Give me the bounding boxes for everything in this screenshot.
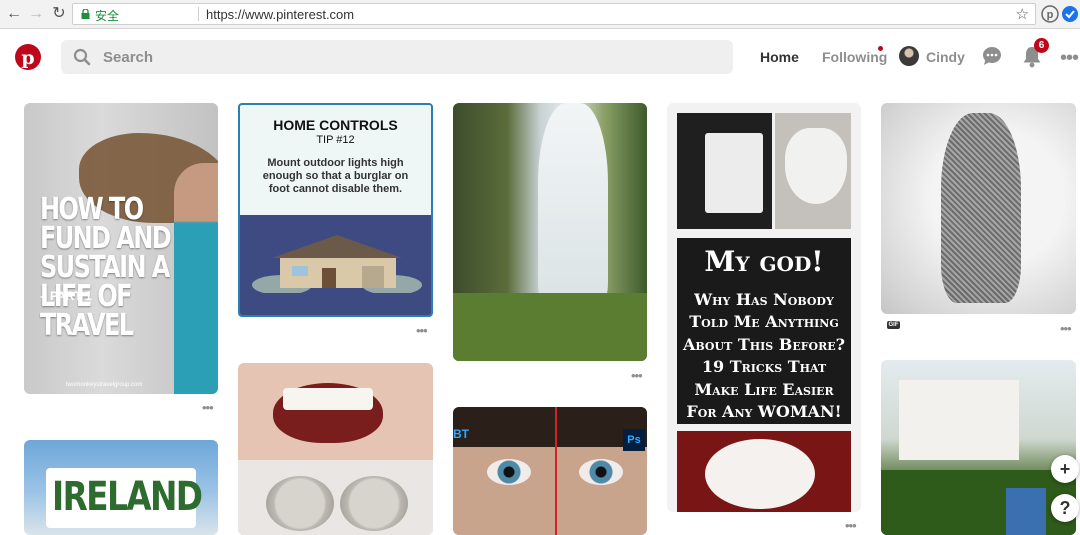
secure-label: 安全 <box>95 9 120 23</box>
browser-toolbar: ← → ↻ 安全 https://www.pinterest.com ☆ p <box>0 0 1080 29</box>
pin-more-icon[interactable]: ••• <box>202 400 214 415</box>
teeth-graphic <box>283 388 373 410</box>
search-icon <box>73 48 91 66</box>
blue-roof-graphic <box>1006 488 1046 535</box>
reload-icon[interactable]: ↻ <box>49 4 69 24</box>
nav-home[interactable]: Home <box>760 49 799 65</box>
pin-eyes-photoshop[interactable]: BT Ps <box>453 407 647 535</box>
pin-ireland-word: IRELAND <box>52 474 203 520</box>
pin-waterfall[interactable] <box>453 103 647 361</box>
address-bar[interactable]: 安全 https://www.pinterest.com ☆ <box>72 3 1036 25</box>
url-text[interactable]: https://www.pinterest.com <box>206 7 354 22</box>
powder-dish-graphic <box>340 476 408 531</box>
pin-tricks-body: Why Has Nobody Told Me Anything About Th… <box>682 290 845 422</box>
site-header: p Home Following Cindy 6 ••• <box>0 29 1080 85</box>
pinterest-logo-icon[interactable]: p <box>15 44 41 70</box>
messages-icon[interactable] <box>982 46 1002 66</box>
mansion-graphic <box>899 380 1019 460</box>
pinterest-extension-icon[interactable]: p <box>1041 5 1059 23</box>
pin-more-icon[interactable]: ••• <box>631 368 643 383</box>
trees-graphic <box>881 470 1076 535</box>
pin-sculpture[interactable] <box>881 103 1076 314</box>
following-new-dot <box>878 46 883 51</box>
ground-graphic <box>453 293 647 361</box>
photoshop-badge: Ps <box>623 429 645 451</box>
nav-following[interactable]: Following <box>822 49 887 65</box>
soap-graphic <box>705 439 815 509</box>
pin-home-controls[interactable]: HOME CONTROLS TIP #12 Mount outdoor ligh… <box>238 103 433 317</box>
search-bar[interactable] <box>61 40 733 74</box>
pin-life-tricks[interactable]: My god! Why Has Nobody Told Me Anything … <box>667 103 861 512</box>
waterfall-graphic <box>538 103 608 303</box>
house-illustration-icon <box>252 235 422 293</box>
sculpture-figure-graphic <box>941 113 1021 303</box>
pin-teeth-whitening[interactable] <box>238 363 433 535</box>
pin-more-icon[interactable]: ••• <box>845 518 857 533</box>
pin-home-controls-body: Mount outdoor lights high enough so that… <box>262 157 409 195</box>
check-extension-icon[interactable] <box>1061 5 1079 23</box>
pin-more-icon[interactable]: ••• <box>416 323 428 338</box>
pin-more-icon[interactable]: ••• <box>1060 321 1072 336</box>
svg-text:p: p <box>1047 9 1054 21</box>
corner-tag: BT <box>453 427 469 441</box>
pin-travel[interactable]: HOW TO FUND AND SUSTAIN A LIFE OF TRAVEL… <box>24 103 218 394</box>
notification-badge: 6 <box>1034 38 1049 53</box>
forward-arrow-icon[interactable]: → <box>26 4 46 24</box>
pin-home-controls-title: HOME CONTROLS <box>273 117 398 133</box>
pin-home-controls-tip: TIP #12 <box>316 134 355 146</box>
center-guide-line <box>555 407 557 535</box>
toilet-tank-graphic <box>705 133 763 213</box>
pin-tricks-headline: My god! <box>704 245 824 278</box>
lock-icon <box>81 9 90 19</box>
pin-ireland[interactable]: IRELAND <box>24 440 218 535</box>
pin-travel-title: HOW TO FUND AND SUSTAIN A LIFE OF TRAVEL <box>40 192 172 343</box>
eye-graphic <box>487 459 531 485</box>
search-input[interactable] <box>103 46 703 68</box>
nav-profile-name[interactable]: Cindy <box>926 49 965 65</box>
pin-mansion[interactable] <box>881 360 1076 535</box>
pin-travel-credit: twomonkeystravelgroup.com <box>66 382 143 388</box>
powder-dish-graphic <box>266 476 334 531</box>
toilet-bowl-graphic <box>785 128 847 204</box>
eye-graphic <box>579 459 623 485</box>
help-button[interactable]: ? <box>1051 494 1079 522</box>
svg-text:p: p <box>21 47 34 69</box>
gif-badge: GIF <box>887 321 900 329</box>
back-arrow-icon[interactable]: ← <box>4 4 24 24</box>
url-divider <box>198 7 199 21</box>
add-pin-button[interactable]: + <box>1051 455 1079 483</box>
bookmark-star-icon[interactable]: ☆ <box>1016 5 1029 23</box>
pin-travel-part: – PART 1 <box>40 289 92 303</box>
more-options-icon[interactable]: ••• <box>1060 47 1079 70</box>
avatar[interactable] <box>899 46 919 66</box>
hair-graphic <box>453 407 647 447</box>
